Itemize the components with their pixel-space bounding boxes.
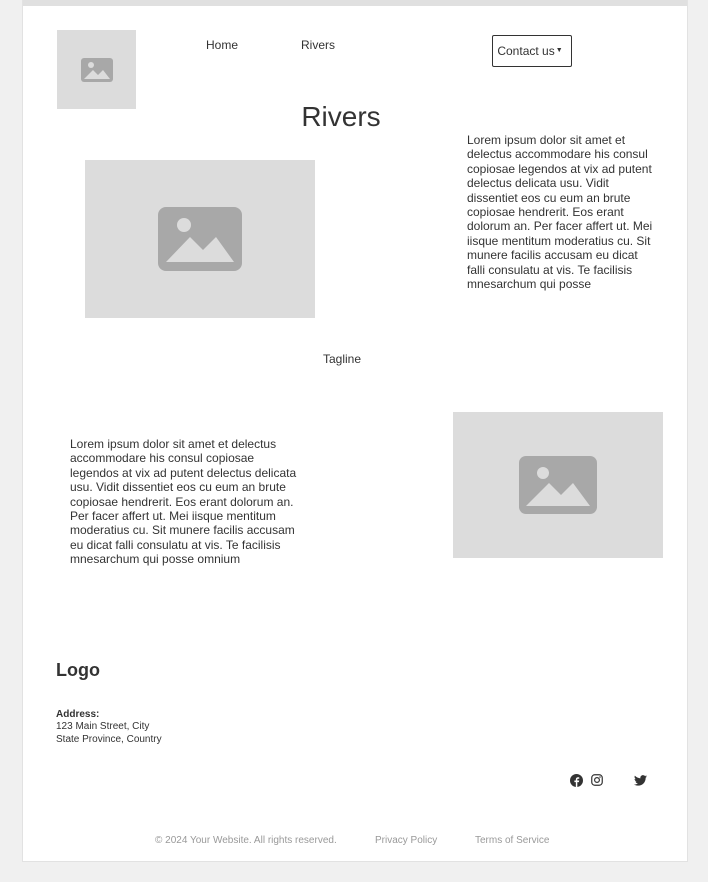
terms-of-service-link[interactable]: Terms of Service <box>475 835 549 846</box>
top-bar <box>23 0 687 6</box>
address-line-2: State Province, Country <box>56 734 162 745</box>
twitter-icon[interactable] <box>633 773 647 787</box>
body-paragraph: Lorem ipsum dolor sit amet et delectus a… <box>70 437 297 567</box>
side-image-placeholder <box>453 412 663 558</box>
contact-us-label: Contact us <box>497 44 555 58</box>
facebook-icon[interactable] <box>569 773 583 787</box>
intro-paragraph: Lorem ipsum dolor sit amet et delectus a… <box>467 133 653 292</box>
address-label: Address: <box>56 709 100 720</box>
image-placeholder-icon <box>80 57 113 82</box>
footer-logo[interactable]: Logo <box>56 660 100 681</box>
privacy-policy-link[interactable]: Privacy Policy <box>375 835 437 846</box>
hero-image-placeholder <box>85 160 315 318</box>
image-placeholder-icon <box>519 456 597 514</box>
copyright-text: © 2024 Your Website. All rights reserved… <box>155 835 337 846</box>
tagline: Tagline <box>322 352 362 366</box>
contact-us-button[interactable]: Contact us ▼ <box>492 35 572 67</box>
nav-link-home[interactable]: Home <box>206 38 238 52</box>
caret-down-icon: ▼ <box>555 46 563 54</box>
image-placeholder-icon <box>158 207 242 271</box>
instagram-icon[interactable] <box>590 773 604 787</box>
address-line-1: 123 Main Street, City <box>56 721 150 732</box>
nav-link-rivers[interactable]: Rivers <box>301 38 335 52</box>
page-container: Home Rivers Contact us ▼ Rivers Lorem ip… <box>22 0 688 862</box>
page-title: Rivers <box>301 101 381 132</box>
logo-image-placeholder[interactable] <box>57 30 136 109</box>
